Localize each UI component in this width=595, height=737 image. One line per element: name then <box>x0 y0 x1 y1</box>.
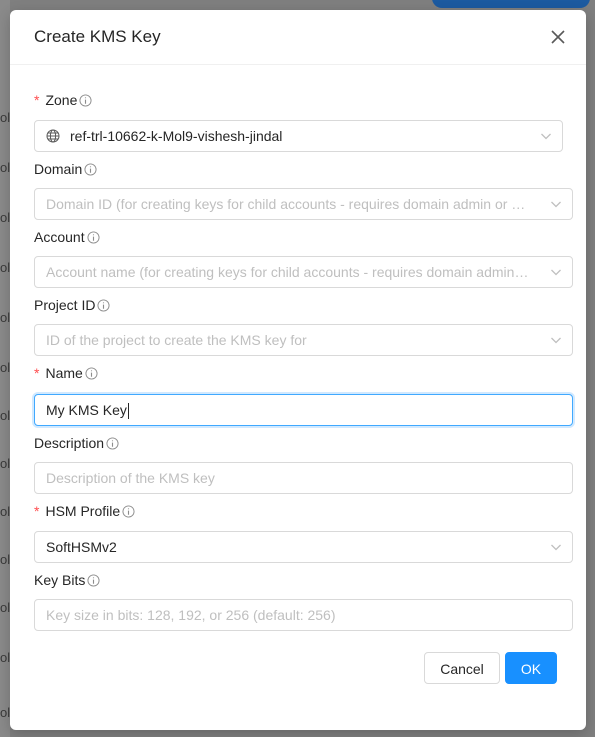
background-row: ole <box>0 600 10 615</box>
domain-label: Domain <box>34 159 562 179</box>
account-label: Account <box>34 227 562 247</box>
name-value: My KMS Key <box>46 402 127 418</box>
create-kms-key-dialog: Create KMS Key * Zone ref-trl-10662-k-Mo… <box>10 10 586 730</box>
project-placeholder: ID of the project to create the KMS key … <box>46 332 307 348</box>
background-row: ole <box>0 360 10 375</box>
dialog-title: Create KMS Key <box>34 27 161 46</box>
hsm-profile-label-text: HSM Profile <box>45 503 121 519</box>
background-row: ole <box>0 456 10 471</box>
hsm-profile-field: * HSM Profile SoftHSMv2 <box>34 501 573 563</box>
domain-select[interactable]: Domain ID (for creating keys for child a… <box>34 188 573 220</box>
info-icon[interactable] <box>97 298 111 312</box>
name-label: * Name <box>34 363 562 383</box>
background-button <box>432 0 590 8</box>
info-icon[interactable] <box>85 366 98 380</box>
key-bits-label-text: Key Bits <box>34 572 86 588</box>
info-icon[interactable] <box>106 436 119 450</box>
info-icon[interactable] <box>87 230 100 244</box>
background-row: ole <box>0 160 10 175</box>
zone-field: * Zone ref-trl-10662-k-Mol9-vishesh-jind… <box>34 90 563 152</box>
chevron-down-icon <box>551 269 561 276</box>
project-field: Project ID ID of the project to create t… <box>34 295 573 356</box>
project-select[interactable]: ID of the project to create the KMS key … <box>34 324 573 356</box>
zone-label-text: Zone <box>45 92 78 108</box>
required-asterisk: * <box>34 92 40 108</box>
info-icon[interactable] <box>122 504 135 518</box>
chevron-down-icon <box>551 544 561 551</box>
background-row: ole <box>0 504 10 519</box>
description-label-text: Description <box>34 435 105 451</box>
info-icon[interactable] <box>87 573 100 587</box>
info-icon[interactable] <box>79 93 92 107</box>
domain-placeholder: Domain ID (for creating keys for child a… <box>46 196 526 212</box>
name-field: * Name My KMS Key <box>34 363 573 426</box>
close-icon[interactable] <box>548 27 568 47</box>
cancel-button[interactable]: Cancel <box>424 652 500 684</box>
domain-field: Domain Domain ID (for creating keys for … <box>34 159 573 220</box>
description-input[interactable]: Description of the KMS key <box>34 462 573 494</box>
required-asterisk: * <box>34 503 40 519</box>
background-row: ole <box>0 110 10 125</box>
text-cursor <box>127 403 129 420</box>
key-bits-label: Key Bits <box>34 570 562 590</box>
description-field: Description Description of the KMS key <box>34 433 573 494</box>
dialog-header: Create KMS Key <box>10 10 586 65</box>
ok-button[interactable]: OK <box>505 652 557 684</box>
background-row: ole <box>0 408 10 423</box>
name-input[interactable]: My KMS Key <box>34 394 573 426</box>
account-placeholder: Account name (for creating keys for chil… <box>46 264 529 280</box>
background-row: ole <box>0 650 10 665</box>
account-label-text: Account <box>34 229 85 245</box>
domain-label-text: Domain <box>34 161 83 177</box>
zone-label: * Zone <box>34 90 562 110</box>
background-row: ole <box>0 260 10 275</box>
key-bits-input[interactable]: Key size in bits: 128, 192, or 256 (defa… <box>34 599 573 631</box>
project-label-text: Project ID <box>34 297 96 313</box>
chevron-down-icon <box>541 133 551 140</box>
hsm-profile-select[interactable]: SoftHSMv2 <box>34 531 573 563</box>
description-placeholder: Description of the KMS key <box>46 470 215 486</box>
background-row: ole <box>0 310 10 325</box>
background-row: ole <box>0 552 10 567</box>
account-select[interactable]: Account name (for creating keys for chil… <box>34 256 573 288</box>
name-label-text: Name <box>45 365 83 381</box>
background-row: ole <box>0 210 10 225</box>
project-label: Project ID <box>34 295 562 315</box>
zone-value: ref-trl-10662-k-Mol9-vishesh-jindal <box>70 128 283 144</box>
chevron-down-icon <box>551 201 561 208</box>
hsm-profile-label: * HSM Profile <box>34 501 562 521</box>
hsm-profile-value: SoftHSMv2 <box>46 539 117 555</box>
required-asterisk: * <box>34 365 40 381</box>
key-bits-field: Key Bits Key size in bits: 128, 192, or … <box>34 570 573 631</box>
info-icon[interactable] <box>84 162 97 176</box>
description-label: Description <box>34 433 562 453</box>
zone-select[interactable]: ref-trl-10662-k-Mol9-vishesh-jindal <box>34 120 563 152</box>
background-row: ole <box>0 705 10 720</box>
account-field: Account Account name (for creating keys … <box>34 227 573 288</box>
globe-icon <box>46 129 60 143</box>
key-bits-placeholder: Key size in bits: 128, 192, or 256 (defa… <box>46 607 336 623</box>
chevron-down-icon <box>551 337 561 344</box>
